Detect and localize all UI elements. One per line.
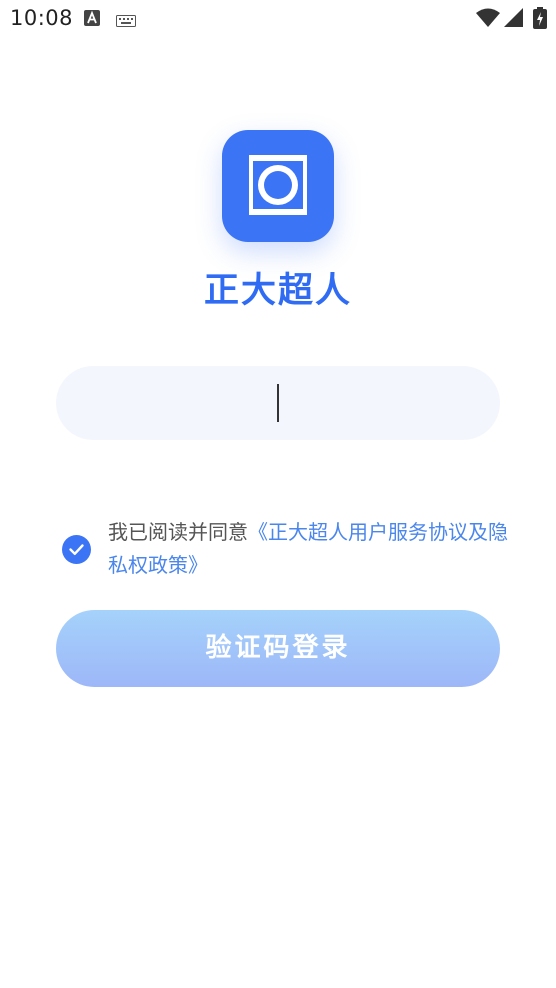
phone-input-container[interactable] [56,366,500,442]
sms-login-button[interactable]: 验证码登录 [56,610,500,687]
agreement-prefix: 我已阅读并同意 [108,520,248,544]
font-icon [84,10,100,26]
status-bar: 10:08 [0,0,556,38]
phone-input[interactable] [80,366,480,442]
agreement-checkbox[interactable] [62,535,91,564]
agreement-text: 我已阅读并同意《正大超人用户服务协议及隐私权政策》 [108,516,508,582]
app-logo-icon [222,130,334,242]
battery-charging-icon [533,7,547,29]
check-icon [69,544,84,555]
text-caret [277,384,279,422]
keyboard-icon [116,12,136,27]
app-name: 正大超人 [203,271,352,311]
signal-icon [504,8,524,28]
wifi-icon [476,8,500,28]
status-time: 10:08 [10,6,74,30]
